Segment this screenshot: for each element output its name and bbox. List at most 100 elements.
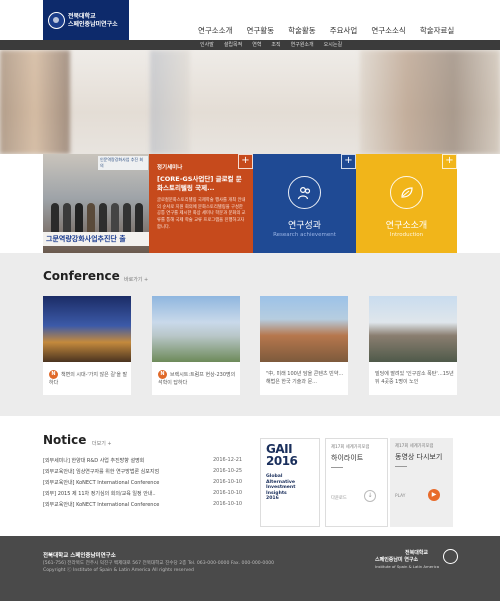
subnav-item-organization[interactable]: 조직 [271, 41, 280, 48]
plus-icon[interactable]: + [442, 154, 457, 169]
nav-item-research[interactable]: 연구활동 [247, 25, 275, 36]
notice-text: [외부교육안내] KoNECT International Conference [43, 502, 160, 508]
news-title[interactable]: [CORE-GS사업단] 글로컬 문화스토리텔링 국제... [157, 175, 247, 193]
download-icon[interactable]: ↓ [364, 490, 376, 502]
person-figure [51, 203, 59, 233]
person-figure [111, 203, 119, 233]
leaf-icon [390, 176, 423, 209]
highlight-card[interactable]: 제17회 세계가지포럼 하이라이트 다운로드 ↓ [325, 438, 388, 527]
news-category: 정기세미나 [157, 165, 183, 171]
gaii-banner[interactable]: GAII 2016 Global Alternative Investment … [260, 438, 320, 527]
conference-card[interactable]: N 책변의 시대-'가지 않은 길'을 말하다 [43, 296, 131, 395]
footer-seal-icon [443, 549, 458, 564]
conference-thumbnail [43, 296, 131, 362]
nav-item-academic[interactable]: 학술활동 [288, 25, 316, 36]
card-caption-wrap: 빌딩에 딸려있 '인구감소 폭탄'…15년뒤 4곳중 1명이 노인 [375, 370, 455, 386]
footer-address: [561-756] 전라북도 전주시 덕진구 백제대로 567 전북대학교 진수… [43, 561, 275, 566]
footer-logo-line1: 전북대학교 [405, 550, 429, 556]
introduction-panel[interactable]: + 연구소소개 Introduction [356, 154, 457, 253]
card-caption: 브렉시트:트럼프 현상-230명의 석학이 답하다 [158, 372, 236, 386]
photo-banner: 그문역량강화사업추진단 출 [43, 232, 149, 246]
subnav-item-purpose[interactable]: 설립목적 [224, 41, 242, 48]
bookshelf-image [0, 50, 70, 154]
footer: 전북대학교 스페인중남미연구소 [561-756] 전라북도 전주시 덕진구 백… [0, 536, 500, 601]
conference-card[interactable]: "中, 미래 100년 담을 콘텐츠 빈약…해법은 한국 기술과 문... [260, 296, 348, 395]
notice-list: [외부세미나] 한양대 R&D 사업 추진방향 설명회 2016-12-21 [외… [43, 457, 243, 512]
photo-sign: 인문역량강화사업 추진 회의 [98, 156, 148, 170]
bookshelf-image [150, 50, 190, 154]
notice-date: 2016-12-21 [213, 457, 243, 463]
feature-panels: 인문역량강화사업 추진 회의 그문역량강화사업추진단 출 + 정기세미나 [CO… [43, 154, 457, 253]
nav-item-about[interactable]: 연구소소개 [198, 25, 233, 36]
footer-org-name: 전북대학교 스페인중남미연구소 [43, 553, 116, 559]
bookshelf-image [360, 50, 500, 154]
sub-nav: 인사말 설립목적 연혁 조직 연구원소개 오시는길 [0, 40, 500, 50]
new-badge: N [158, 370, 167, 379]
video-replay-card[interactable]: 제17회 세계가지포럼 동영상 다시보기 PLAY ▶ [390, 438, 453, 527]
divider [395, 466, 407, 467]
notice-item[interactable]: [외부] 2015 제 11차 정기심의 회의/교육 일정 안내.. 2016-1… [43, 490, 243, 501]
conference-thumbnail [152, 296, 240, 362]
plus-icon[interactable]: + [238, 154, 253, 169]
play-icon[interactable]: ▶ [428, 489, 440, 501]
news-body: 글로컬문화스토리텔링 국제학술 행사를 개최 안내의 순서로 지원 회의에 문화… [157, 198, 246, 230]
person-figure [123, 203, 131, 233]
person-figure [135, 203, 143, 233]
notice-title: Notice [43, 433, 87, 447]
results-subtitle: Research achievement [273, 232, 336, 238]
conference-thumbnail [369, 296, 457, 362]
plus-icon[interactable]: + [341, 154, 356, 169]
person-figure [99, 203, 107, 233]
card-caption-wrap: N 브렉시트:트럼프 현상-230명의 석학이 답하다 [158, 370, 238, 387]
card-caption-wrap: N 책변의 시대-'가지 않은 길'을 말하다 [49, 370, 129, 387]
notice-item[interactable]: [외부교육안내] KoNECT International Conference… [43, 479, 243, 490]
video-title: 동영상 다시보기 [395, 453, 443, 461]
subnav-item-history[interactable]: 연혁 [252, 41, 261, 48]
notice-item[interactable]: [외부세미나] 한양대 R&D 사업 추진방향 설명회 2016-12-21 [43, 457, 243, 468]
nav-item-archive[interactable]: 학술자료실 [420, 25, 455, 36]
university-seal-icon [48, 12, 65, 29]
notice-text: [외부교육안내] KoNECT International Conference [43, 480, 160, 486]
intro-subtitle: Introduction [389, 232, 424, 238]
video-label: 제17회 세계가지포럼 [395, 444, 434, 449]
subnav-item-directions[interactable]: 오시는길 [324, 41, 342, 48]
gaii-year: 2016 [266, 454, 298, 468]
subnav-item-researchers[interactable]: 연구원소개 [291, 41, 314, 48]
notice-item[interactable]: [외부교육안내] KoNECT International Conference… [43, 501, 243, 512]
nav-item-news[interactable]: 연구소소식 [371, 25, 406, 36]
news-panel[interactable]: + 정기세미나 [CORE-GS사업단] 글로컬 문화스토리텔링 국제... 글… [149, 154, 253, 253]
logo-line2: 스페인중남미연구소 [68, 21, 118, 28]
conference-thumbnail [260, 296, 348, 362]
notice-item[interactable]: [외부교육안내] 임상연구자를 위한 연구방법론 심포지엄 2016-10-25 [43, 468, 243, 479]
event-photo[interactable]: 인문역량강화사업 추진 회의 그문역량강화사업추진단 출 [43, 154, 149, 253]
main-nav: 연구소소개 연구활동 학술활동 주요사업 연구소소식 학술자료실 [198, 25, 468, 36]
notice-date: 2016-10-10 [213, 479, 243, 485]
highlight-label: 제17회 세계가지포럼 [331, 445, 370, 450]
divider [331, 467, 343, 468]
person-figure [87, 203, 95, 233]
notice-more-link[interactable]: 더보기 + [92, 440, 112, 447]
highlight-title: 하이라이트 [331, 454, 364, 462]
person-figure [63, 203, 71, 233]
card-caption-wrap: "中, 미래 100년 담을 콘텐츠 빈약…해법은 한국 기술과 문... [266, 370, 346, 386]
hero-background [0, 50, 500, 154]
footer-logo-line3: Institute of Spain & Latin America [375, 564, 440, 569]
conference-card[interactable]: N 브렉시트:트럼프 현상-230명의 석학이 답하다 [152, 296, 240, 395]
footer-copyright: Copyright ⓒ Institute of Spain & Latin A… [43, 568, 194, 573]
notice-date: 2016-10-25 [213, 468, 243, 474]
gaii-subtitle: Global Alternative Investment Insights 2… [266, 474, 314, 502]
notice-date: 2016-10-10 [213, 501, 243, 507]
download-label[interactable]: 다운로드 [331, 495, 347, 501]
conference-more-link[interactable]: 바로가기 + [124, 276, 148, 283]
play-label[interactable]: PLAY [395, 494, 405, 499]
new-badge: N [49, 370, 58, 379]
person-figure [75, 203, 83, 233]
research-results-panel[interactable]: + 연구성과 Research achievement [253, 154, 356, 253]
gaii-subtitle-line: 2016 [266, 496, 279, 502]
subnav-item-greeting[interactable]: 인사말 [200, 41, 214, 48]
card-caption: "中, 미래 100년 담을 콘텐츠 빈약…해법은 한국 기술과 문... [266, 371, 344, 385]
results-title: 연구성과 [287, 221, 322, 231]
nav-item-projects[interactable]: 주요사업 [330, 25, 358, 36]
notice-text: [외부] 2015 제 11차 정기심의 회의/교육 일정 안내.. [43, 491, 156, 497]
conference-card[interactable]: 빌딩에 딸려있 '인구감소 폭탄'…15년뒤 4곳중 1명이 노인 [369, 296, 457, 395]
